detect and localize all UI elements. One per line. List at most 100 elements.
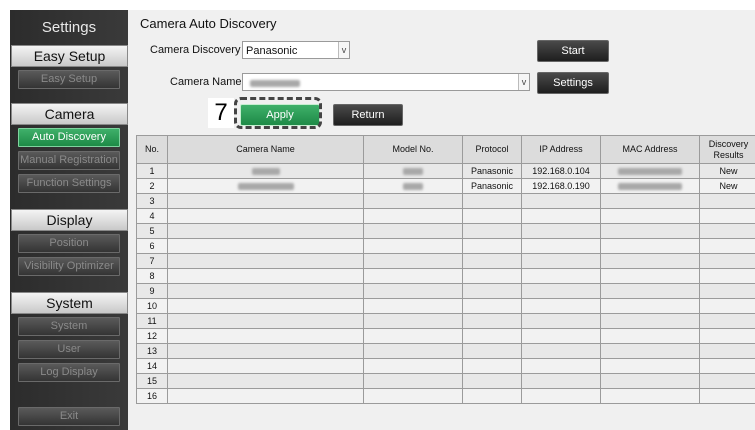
cell-model-no bbox=[363, 208, 463, 224]
nav-visibility-optimizer[interactable]: Visibility Optimizer bbox=[18, 257, 120, 276]
main-panel: Camera Auto Discovery Camera Discovery P… bbox=[128, 10, 755, 430]
cell-ip-address bbox=[521, 358, 601, 374]
cell-no: 14 bbox=[136, 358, 168, 374]
nav-log-display[interactable]: Log Display bbox=[18, 363, 120, 382]
cell-mac-address bbox=[600, 343, 700, 359]
cell-camera-name bbox=[167, 163, 364, 179]
cell-no: 1 bbox=[136, 163, 168, 179]
table-row[interactable]: 13 bbox=[136, 343, 755, 359]
cell-protocol bbox=[462, 358, 522, 374]
nav-function-settings[interactable]: Function Settings bbox=[18, 174, 120, 193]
cell-no: 12 bbox=[136, 328, 168, 344]
table-row[interactable]: 3 bbox=[136, 193, 755, 209]
cell-model-no bbox=[363, 298, 463, 314]
cell-no: 4 bbox=[136, 208, 168, 224]
discovery-table: No. Camera Name Model No. Protocol IP Ad… bbox=[136, 135, 755, 404]
cell-ip-address bbox=[521, 238, 601, 254]
table-row[interactable]: 12 bbox=[136, 328, 755, 344]
cell-no: 10 bbox=[136, 298, 168, 314]
nav-easy-setup[interactable]: Easy Setup bbox=[18, 70, 120, 89]
cell-discovery-result bbox=[699, 343, 755, 359]
cell-protocol bbox=[462, 298, 522, 314]
cell-discovery-result bbox=[699, 298, 755, 314]
cell-mac-address bbox=[600, 373, 700, 389]
cell-protocol bbox=[462, 238, 522, 254]
table-row[interactable]: 16 bbox=[136, 388, 755, 404]
sidebar-title: Settings bbox=[41, 19, 97, 36]
table-row[interactable]: 2 Panasonic 192.168.0.190 New bbox=[136, 178, 755, 194]
col-model-no[interactable]: Model No. bbox=[363, 135, 463, 164]
col-protocol[interactable]: Protocol bbox=[462, 135, 522, 164]
table-row[interactable]: 7 bbox=[136, 253, 755, 269]
table-header-row: No. Camera Name Model No. Protocol IP Ad… bbox=[136, 135, 755, 164]
cell-camera-name bbox=[167, 283, 364, 299]
table-row[interactable]: 10 bbox=[136, 298, 755, 314]
cell-discovery-result bbox=[699, 313, 755, 329]
cell-ip-address bbox=[521, 253, 601, 269]
cell-no: 3 bbox=[136, 193, 168, 209]
cell-protocol bbox=[462, 283, 522, 299]
cell-camera-name bbox=[167, 238, 364, 254]
cell-discovery-result bbox=[699, 373, 755, 389]
table-row[interactable]: 5 bbox=[136, 223, 755, 239]
cell-protocol bbox=[462, 208, 522, 224]
cell-discovery-result bbox=[699, 358, 755, 374]
col-discovery-results[interactable]: Discovery Results bbox=[699, 135, 755, 164]
cell-model-no bbox=[363, 163, 463, 179]
camera-name-select[interactable]: v bbox=[242, 73, 530, 91]
cell-no: 7 bbox=[136, 253, 168, 269]
cell-mac-address bbox=[600, 268, 700, 284]
section-system: System bbox=[11, 292, 128, 314]
exit-button[interactable]: Exit bbox=[18, 407, 120, 426]
cell-no: 15 bbox=[136, 373, 168, 389]
camera-discovery-value: Panasonic bbox=[246, 45, 298, 57]
cell-camera-name bbox=[167, 193, 364, 209]
col-camera-name[interactable]: Camera Name bbox=[167, 135, 364, 164]
table-row[interactable]: 11 bbox=[136, 313, 755, 329]
cell-no: 9 bbox=[136, 283, 168, 299]
cell-mac-address bbox=[600, 283, 700, 299]
table-row[interactable]: 15 bbox=[136, 373, 755, 389]
table-row[interactable]: 6 bbox=[136, 238, 755, 254]
cell-discovery-result bbox=[699, 253, 755, 269]
col-ip-address[interactable]: IP Address bbox=[521, 135, 601, 164]
cell-ip-address: 192.168.0.190 bbox=[521, 178, 601, 194]
nav-user[interactable]: User bbox=[18, 340, 120, 359]
cell-ip-address bbox=[521, 283, 601, 299]
redacted-camera-name bbox=[250, 79, 300, 87]
cell-model-no bbox=[363, 328, 463, 344]
callout-number: 7 bbox=[208, 98, 234, 128]
cell-no: 2 bbox=[136, 178, 168, 194]
nav-auto-discovery[interactable]: Auto Discovery bbox=[18, 128, 120, 147]
nav-position[interactable]: Position bbox=[18, 234, 120, 253]
cell-protocol: Panasonic bbox=[462, 163, 522, 179]
cell-model-no bbox=[363, 388, 463, 404]
nav-manual-registration[interactable]: Manual Registration bbox=[18, 151, 120, 170]
table-row[interactable]: 4 bbox=[136, 208, 755, 224]
cell-model-no bbox=[363, 238, 463, 254]
cell-model-no bbox=[363, 358, 463, 374]
col-mac-address[interactable]: MAC Address bbox=[600, 135, 700, 164]
cell-model-no bbox=[363, 223, 463, 239]
nav-system[interactable]: System bbox=[18, 317, 120, 336]
return-button[interactable]: Return bbox=[333, 104, 403, 126]
settings-button[interactable]: Settings bbox=[537, 72, 609, 94]
cell-mac-address bbox=[600, 238, 700, 254]
cell-discovery-result bbox=[699, 193, 755, 209]
cell-no: 5 bbox=[136, 223, 168, 239]
table-row[interactable]: 14 bbox=[136, 358, 755, 374]
camera-name-label: Camera Name bbox=[170, 76, 242, 88]
table-row[interactable]: 1 Panasonic 192.168.0.104 New bbox=[136, 163, 755, 179]
cell-discovery-result bbox=[699, 328, 755, 344]
cell-protocol bbox=[462, 268, 522, 284]
cell-ip-address bbox=[521, 343, 601, 359]
col-no[interactable]: No. bbox=[136, 135, 168, 164]
table-row[interactable]: 9 bbox=[136, 283, 755, 299]
cell-model-no bbox=[363, 373, 463, 389]
camera-discovery-select[interactable]: Panasonic v bbox=[242, 41, 350, 59]
cell-camera-name bbox=[167, 313, 364, 329]
table-row[interactable]: 8 bbox=[136, 268, 755, 284]
page-title: Camera Auto Discovery bbox=[140, 16, 277, 31]
cell-mac-address bbox=[600, 298, 700, 314]
start-button[interactable]: Start bbox=[537, 40, 609, 62]
